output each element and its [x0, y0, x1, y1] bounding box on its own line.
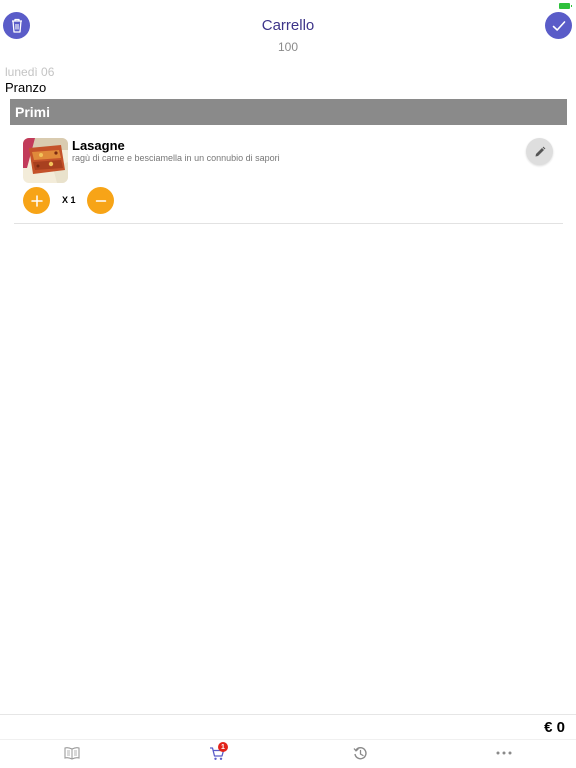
tabbar-divider — [0, 739, 576, 740]
decrease-quantity-button[interactable] — [87, 187, 114, 214]
cart-badge: 1 — [218, 742, 228, 752]
page-title: Carrello — [261, 17, 315, 34]
item-quantity: X 1 — [62, 195, 76, 205]
edit-item-button[interactable] — [526, 138, 553, 165]
order-date: lunedì 06 — [5, 65, 55, 79]
tab-more[interactable] — [495, 744, 513, 762]
plus-icon — [30, 194, 43, 207]
menu-book-icon — [64, 747, 80, 760]
minus-icon — [95, 199, 106, 202]
history-icon — [353, 746, 367, 759]
item-divider — [14, 223, 563, 224]
cart-total: € 0 — [544, 719, 565, 736]
tab-history[interactable] — [351, 744, 369, 762]
item-description: ragù di carne e besciamella in un connub… — [72, 153, 280, 163]
battery-icon — [559, 3, 572, 9]
increase-quantity-button[interactable] — [23, 187, 50, 214]
checkmark-icon — [552, 20, 565, 31]
confirm-order-button[interactable] — [545, 12, 572, 39]
page-subtitle: 100 — [277, 40, 299, 54]
tab-menu[interactable] — [63, 744, 81, 762]
section-header: Primi — [10, 99, 567, 125]
total-divider — [0, 714, 576, 715]
pencil-icon — [535, 146, 545, 156]
item-name: Lasagne — [72, 138, 125, 153]
lasagne-image — [23, 138, 68, 183]
more-icon — [496, 751, 512, 755]
item-thumbnail — [23, 138, 68, 183]
meal-label: Pranzo — [5, 80, 47, 95]
section-title: Primi — [15, 104, 51, 120]
